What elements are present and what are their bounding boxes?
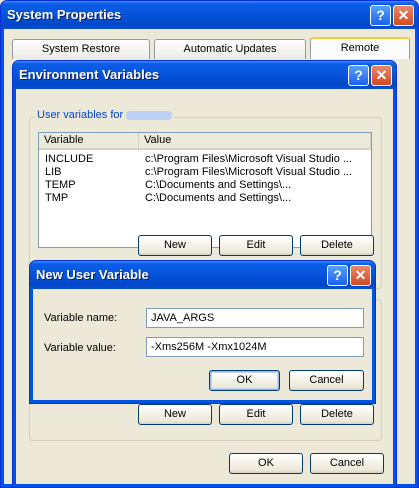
environment-variables-titlebar[interactable]: Environment Variables ? ✕ <box>13 61 396 89</box>
variable-name-label: Variable name: <box>44 312 118 324</box>
column-header-value[interactable]: Value <box>139 133 371 150</box>
user-variables-list[interactable]: Variable Value INCLUDE c:\Program Files\… <box>38 132 372 248</box>
env-cancel-button[interactable]: Cancel <box>310 453 384 474</box>
user-delete-button[interactable]: Delete <box>300 235 374 256</box>
system-edit-button[interactable]: Edit <box>219 404 293 425</box>
system-new-button[interactable]: New <box>138 404 212 425</box>
variable-value-field[interactable]: -Xms256M -Xmx1024M <box>146 337 364 357</box>
system-delete-button[interactable]: Delete <box>300 404 374 425</box>
system-properties-title: System Properties <box>7 7 122 22</box>
help-icon[interactable]: ? <box>327 265 348 286</box>
close-icon[interactable]: ✕ <box>371 65 392 86</box>
new-user-variable-titlebar[interactable]: New User Variable ? ✕ <box>30 261 375 289</box>
close-icon[interactable]: ✕ <box>350 265 371 286</box>
help-icon[interactable]: ? <box>370 5 391 26</box>
new-user-variable-client: Variable name: JAVA_ARGS Variable value:… <box>33 289 372 400</box>
variable-value-label: Variable value: <box>44 342 116 354</box>
help-icon[interactable]: ? <box>348 65 369 86</box>
user-variables-legend: User variables for <box>35 109 175 121</box>
row-temp-variable[interactable]: TEMP <box>45 179 76 191</box>
environment-variables-title: Environment Variables <box>19 67 160 82</box>
row-tmp-value[interactable]: C:\Documents and Settings\... <box>145 192 369 204</box>
row-tmp-variable[interactable]: TMP <box>45 192 68 204</box>
new-user-variable-window: New User Variable ? ✕ Variable name: JAV… <box>29 260 376 404</box>
user-new-button[interactable]: New <box>138 235 212 256</box>
new-user-variable-title: New User Variable <box>36 267 149 282</box>
env-ok-button[interactable]: OK <box>229 453 303 474</box>
tab-system-restore[interactable]: System Restore <box>12 39 150 59</box>
row-include-variable[interactable]: INCLUDE <box>45 153 93 165</box>
new-var-ok-button[interactable]: OK <box>209 370 280 391</box>
system-properties-titlebar[interactable]: System Properties ? ✕ <box>1 1 418 29</box>
new-var-cancel-button[interactable]: Cancel <box>289 370 364 391</box>
tab-automatic-updates[interactable]: Automatic Updates <box>154 39 306 59</box>
column-header-variable[interactable]: Variable <box>39 133 139 150</box>
redacted-username <box>126 110 173 120</box>
row-include-value[interactable]: c:\Program Files\Microsoft Visual Studio… <box>145 153 369 165</box>
variable-name-field[interactable]: JAVA_ARGS <box>146 308 364 328</box>
row-temp-value[interactable]: C:\Documents and Settings\... <box>145 179 369 191</box>
user-variables-label: User variables for <box>37 109 124 121</box>
close-icon[interactable]: ✕ <box>393 5 414 26</box>
user-edit-button[interactable]: Edit <box>219 235 293 256</box>
tab-remote[interactable]: Remote <box>310 37 410 59</box>
row-lib-variable[interactable]: LIB <box>45 166 62 178</box>
row-lib-value[interactable]: c:\Program Files\Microsoft Visual Studio… <box>145 166 369 178</box>
